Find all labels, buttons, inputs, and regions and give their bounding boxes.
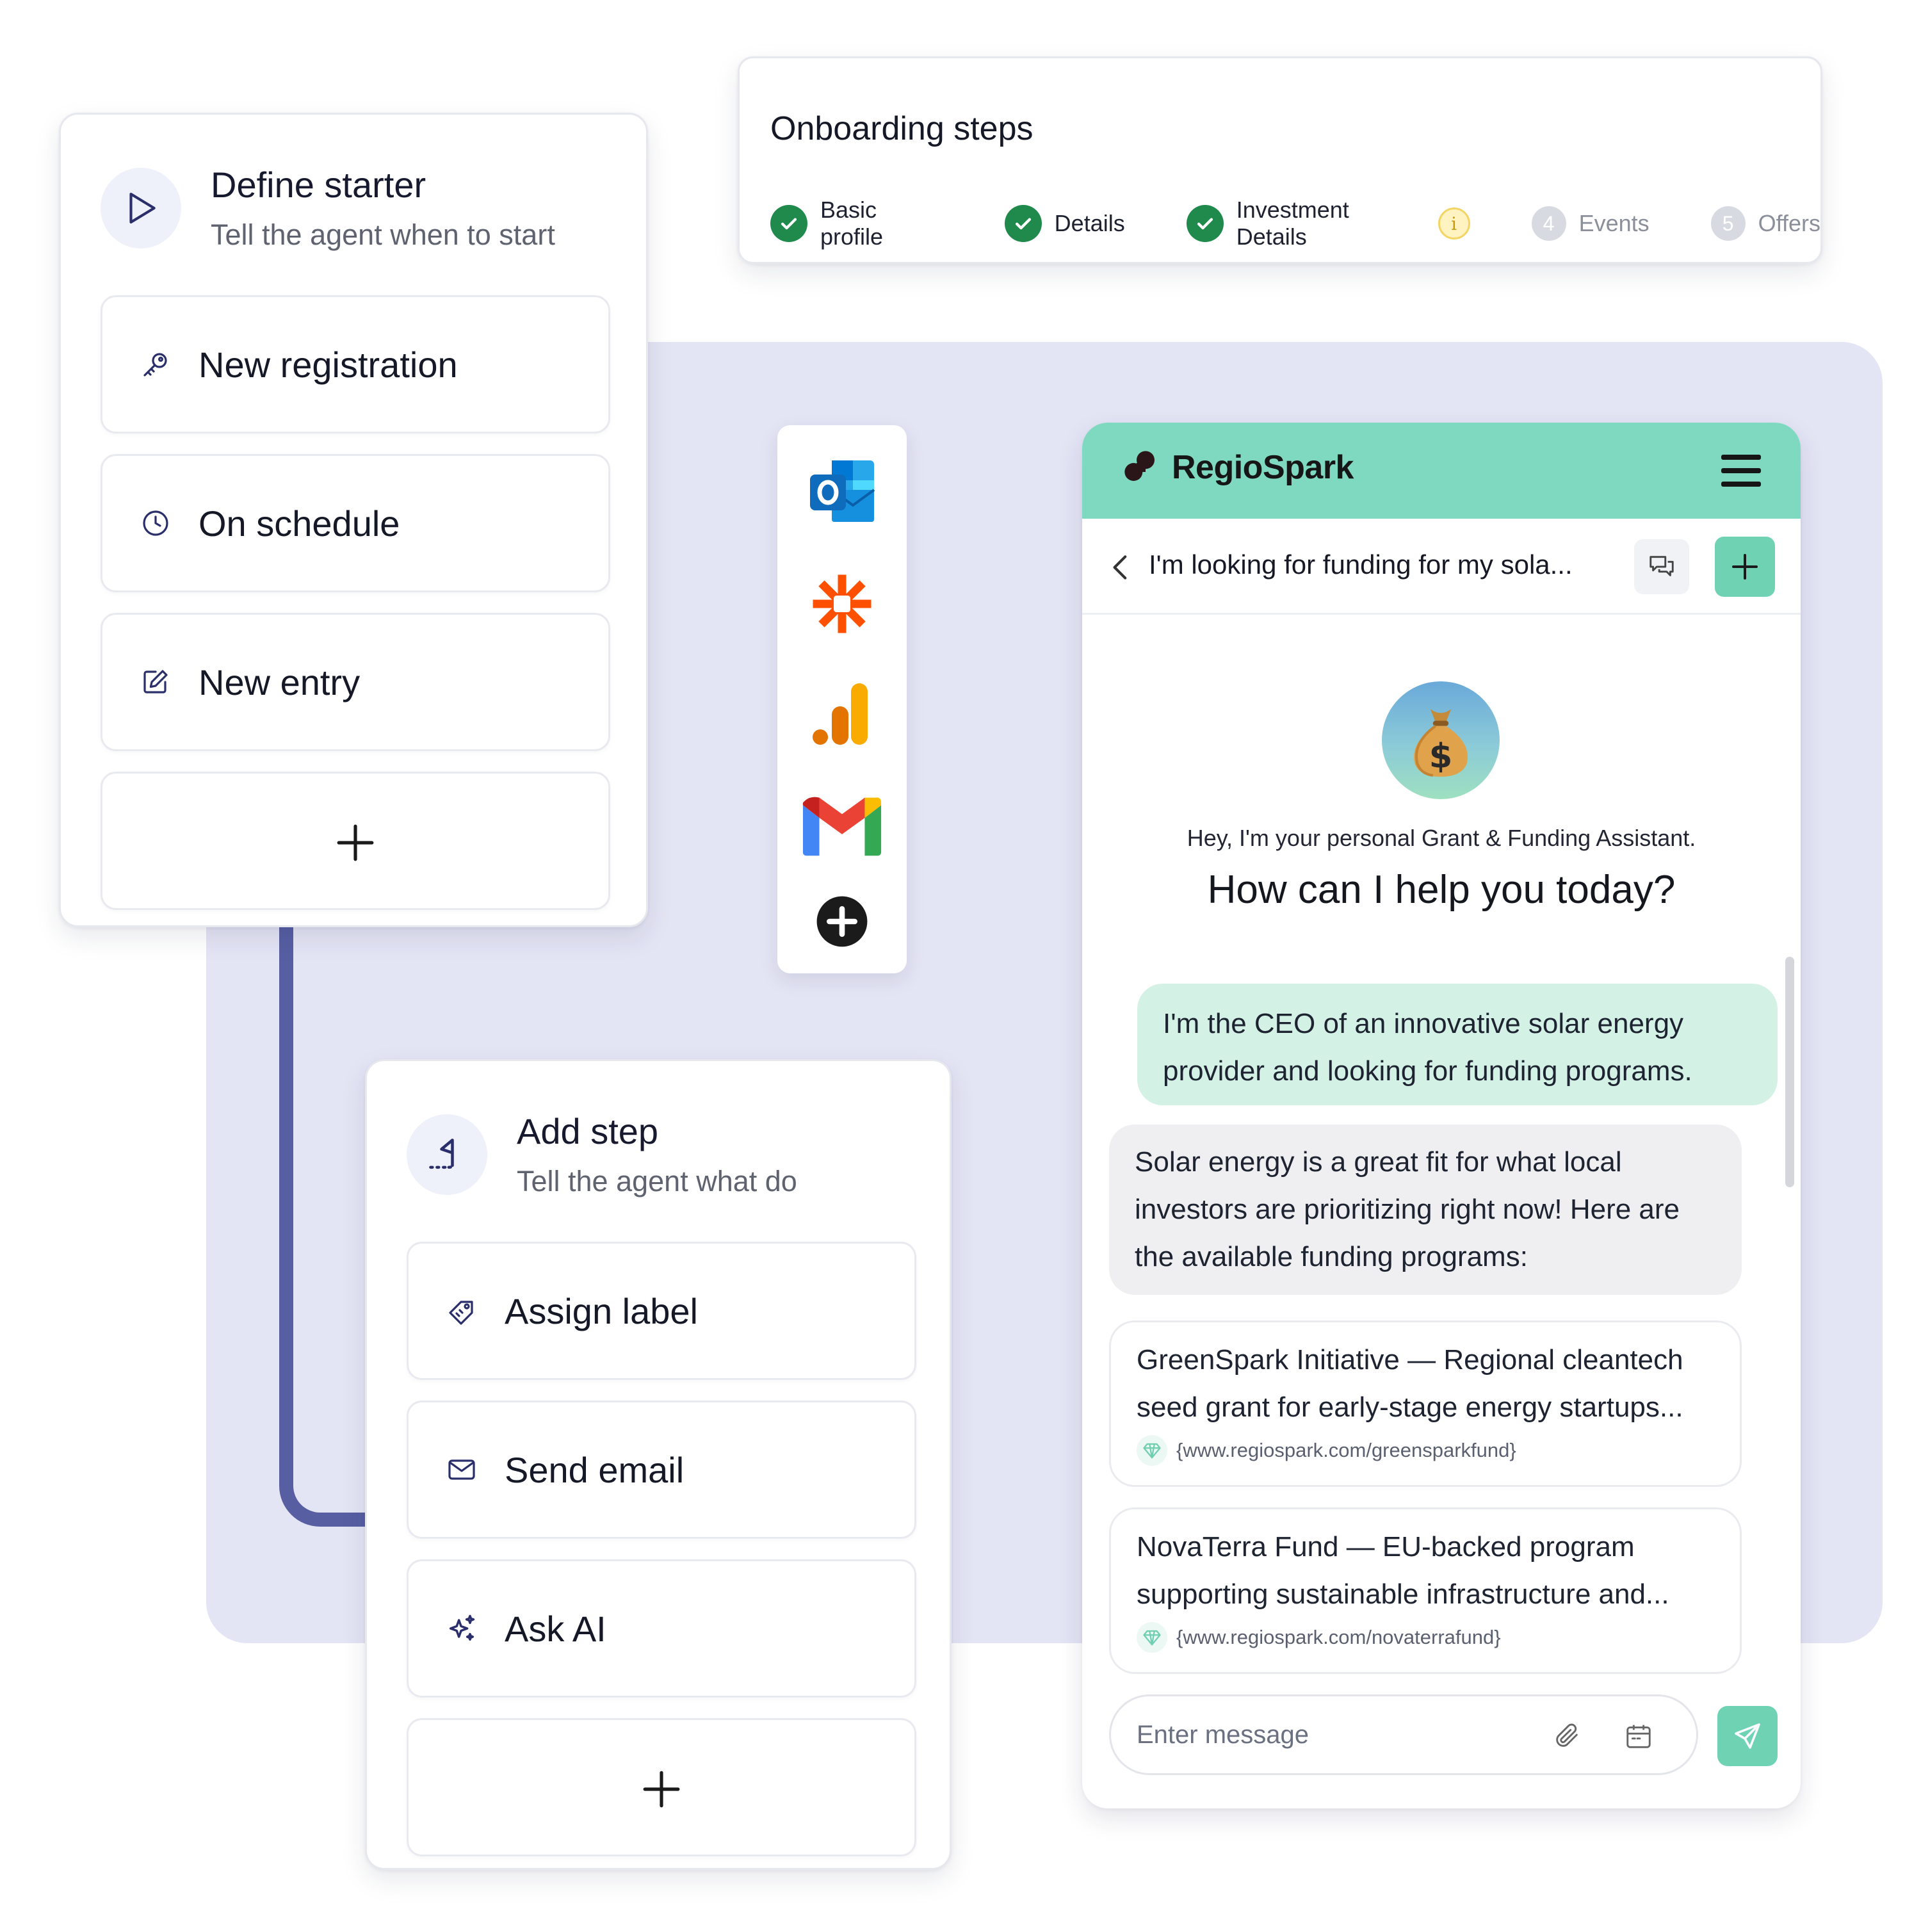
funding-program-card[interactable]: NovaTerra Fund — EU-backed program suppo… (1109, 1507, 1742, 1674)
add-action-button[interactable] (407, 1718, 916, 1856)
flag-icon (407, 1114, 487, 1195)
tag-icon (444, 1294, 479, 1328)
add-starter-button[interactable] (101, 772, 610, 910)
action-ask-ai[interactable]: Ask AI (407, 1559, 916, 1698)
program-link[interactable]: {www.regiospark.com/novaterrafund} (1137, 1622, 1714, 1653)
new-chat-button[interactable] (1715, 537, 1775, 597)
send-button[interactable] (1717, 1706, 1778, 1766)
plus-icon (1732, 554, 1758, 580)
integrations-bar (777, 425, 907, 973)
paperclip-icon[interactable] (1546, 1716, 1587, 1757)
add-step-title: Add step (517, 1111, 659, 1151)
option-label: Assign label (505, 1290, 698, 1331)
zapier-icon[interactable] (800, 562, 884, 645)
edit-icon (138, 665, 173, 699)
warning-icon: i (1438, 207, 1470, 239)
onboarding-title: Onboarding steps (770, 110, 1033, 147)
chat-bubbles-icon (1649, 556, 1674, 576)
add-step-header: Add step Tell the agent what do (407, 1110, 797, 1199)
chat-widget: RegioSpark I'm looking for funding for m… (1082, 423, 1801, 1808)
starter-header: Define starter Tell the agent when to st… (101, 163, 555, 252)
program-url: {www.regiospark.com/greensparkfund} (1176, 1439, 1516, 1461)
option-label: New registration (199, 344, 458, 385)
define-starter-card: Define starter Tell the agent when to st… (59, 113, 648, 927)
user-message: I'm the CEO of an innovative solar energ… (1137, 984, 1778, 1105)
menu-icon[interactable] (1721, 455, 1761, 487)
option-label: On schedule (199, 503, 400, 544)
gem-icon (1137, 1435, 1167, 1466)
message-input[interactable] (1137, 1720, 1521, 1749)
calendar-icon[interactable] (1618, 1716, 1659, 1757)
step-label: Investment Details (1236, 197, 1349, 250)
plus-icon (336, 809, 375, 873)
add-integration-icon[interactable] (800, 880, 884, 963)
funding-program-card[interactable]: GreenSpark Initiative — Regional cleante… (1109, 1320, 1742, 1487)
back-icon[interactable] (1105, 548, 1137, 587)
option-label: New entry (199, 662, 361, 702)
step-number: 5 (1710, 206, 1746, 241)
add-step-card: Add step Tell the agent what do Assign l… (365, 1059, 952, 1870)
action-send-email[interactable]: Send email (407, 1400, 916, 1539)
program-description: NovaTerra Fund — EU-backed program suppo… (1137, 1531, 1669, 1610)
chat-header: RegioSpark (1082, 423, 1801, 519)
step-events[interactable]: 4 Events (1531, 206, 1649, 241)
program-link[interactable]: {www.regiospark.com/greensparkfund} (1137, 1435, 1714, 1466)
brand[interactable]: RegioSpark (1123, 448, 1354, 487)
clock-icon (138, 506, 173, 540)
sparkle-icon (444, 1611, 479, 1646)
step-basic-profile[interactable]: Basic profile (770, 197, 943, 250)
step-investment-details[interactable]: Investment Details i (1186, 197, 1470, 250)
brand-logo-icon (1124, 451, 1155, 481)
program-description: GreenSpark Initiative — Regional cleante… (1137, 1344, 1683, 1423)
message-composer (1109, 1694, 1698, 1775)
greeting-intro: Hey, I'm your personal Grant & Funding A… (1187, 825, 1696, 851)
gem-icon (1137, 1622, 1167, 1653)
greeting-headline: How can I help you today? (1207, 868, 1676, 912)
onboarding-stepper: Basic profile Details Investment Details… (770, 197, 1820, 250)
step-label: Basic profile (820, 197, 884, 250)
check-icon (1004, 205, 1042, 242)
program-url: {www.regiospark.com/novaterrafund} (1176, 1626, 1501, 1648)
check-icon (1186, 205, 1224, 242)
assistant-avatar: $ (1382, 681, 1500, 799)
step-label: Offers (1758, 210, 1820, 236)
option-label: Ask AI (505, 1608, 606, 1649)
money-bag-icon: $ (1414, 709, 1468, 777)
add-step-subtitle: Tell the agent what do (517, 1165, 797, 1198)
plus-icon (642, 1755, 681, 1819)
trigger-on-schedule[interactable]: On schedule (101, 454, 610, 592)
gmail-icon[interactable] (800, 784, 884, 867)
step-number: 4 (1531, 206, 1566, 241)
step-label: Events (1578, 210, 1649, 236)
option-label: Send email (505, 1449, 685, 1490)
conversation-title: I'm looking for funding for my sola... (1149, 549, 1573, 580)
step-label: Details (1054, 210, 1125, 236)
step-details[interactable]: Details (1004, 205, 1125, 242)
starter-subtitle: Tell the agent when to start (211, 218, 555, 252)
conversation-bar: I'm looking for funding for my sola... (1082, 519, 1801, 615)
brand-name: RegioSpark (1172, 449, 1354, 486)
assistant-message: Solar energy is a great fit for what loc… (1109, 1124, 1742, 1295)
outlook-icon[interactable] (800, 450, 884, 533)
onboarding-steps-card: Onboarding steps Basic profile Details I… (738, 56, 1822, 264)
starter-title: Define starter (211, 165, 426, 205)
analytics-icon[interactable] (800, 672, 884, 756)
trigger-new-entry[interactable]: New entry (101, 613, 610, 751)
play-icon (101, 167, 181, 248)
action-assign-label[interactable]: Assign label (407, 1242, 916, 1380)
key-icon (138, 347, 173, 382)
step-offers[interactable]: 5 Offers (1710, 206, 1820, 241)
check-icon (770, 205, 807, 242)
send-icon (1735, 1723, 1760, 1749)
chat-scrollbar[interactable] (1785, 957, 1794, 1187)
chat-history-button[interactable] (1634, 539, 1689, 594)
svg-text:$: $ (1429, 737, 1453, 776)
mail-icon (444, 1452, 479, 1487)
trigger-new-registration[interactable]: New registration (101, 295, 610, 434)
